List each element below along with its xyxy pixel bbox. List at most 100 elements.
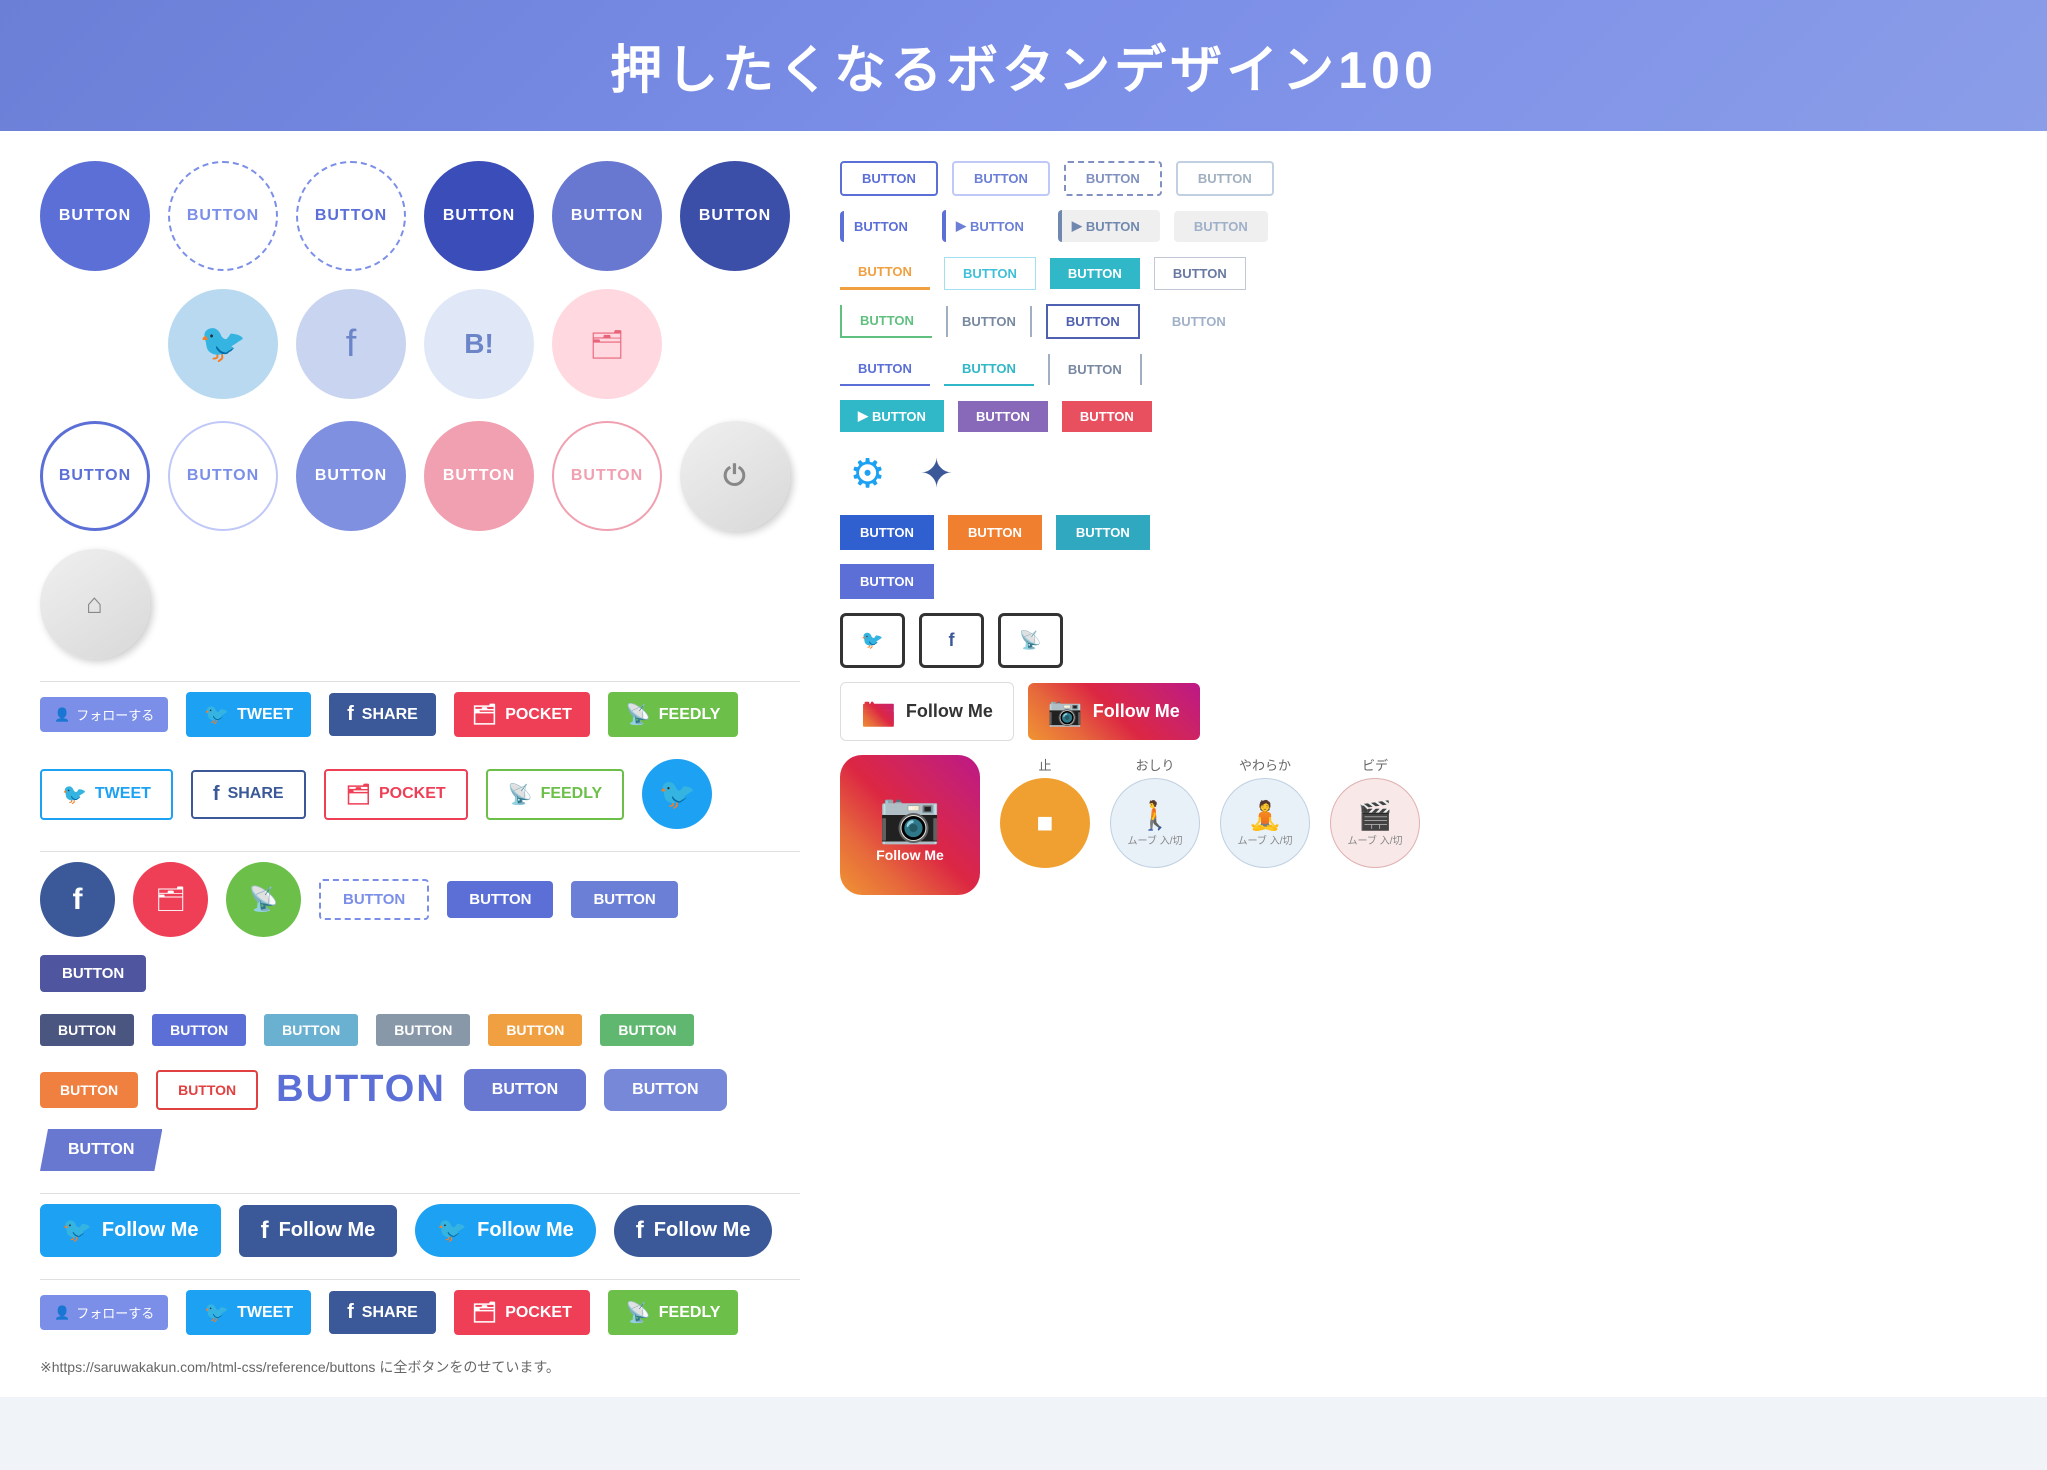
btn-share-fb-2[interactable]: fSHARE — [329, 1291, 436, 1334]
btn-underline-r5-1[interactable]: BUTTON — [840, 353, 930, 386]
btn-ca-r3-1[interactable]: BUTTON — [840, 256, 930, 290]
btn-share-feedly-1[interactable]: 📡FEEDLY — [608, 692, 739, 737]
btn-arrow-r6-1[interactable]: ▶ BUTTON — [840, 400, 944, 432]
btn-orange-sm-1[interactable]: BUTTON — [40, 1072, 138, 1108]
btn-label-gray-1[interactable]: BUTTON — [376, 1014, 470, 1046]
btn-arrow-r6-3[interactable]: BUTTON — [1062, 401, 1152, 432]
btn-ca-r3-2[interactable]: BUTTON — [944, 257, 1036, 290]
btn-rounded-2[interactable]: BUTTON — [604, 1069, 726, 1111]
btn-circle-white-1[interactable]: BUTTON — [40, 421, 150, 531]
btn-big-label-1[interactable]: BUTTON — [276, 1068, 446, 1111]
btn-pocket-circle-1[interactable]: 🗂 — [133, 862, 208, 937]
btn-circle-dashed-2[interactable]: BUTTON — [296, 161, 406, 271]
gear-icon-twitter[interactable]: ⚙ — [840, 446, 895, 501]
btn-instagram-plain[interactable]: 📷 Follow Me — [840, 682, 1014, 741]
btn-leftbar-r2-3[interactable]: ▶ BUTTON — [1058, 210, 1160, 242]
btn-label-dark-1[interactable]: BUTTON — [40, 1014, 134, 1046]
btn-label-teal-1[interactable]: BUTTON — [264, 1014, 358, 1046]
btn-follow-twitter-2[interactable]: 🐦Follow Me — [415, 1204, 596, 1257]
btn-circle-dark-1[interactable]: BUTTON — [424, 161, 534, 271]
right-row-instagram: 📷 Follow Me 📷 Follow Me — [840, 682, 2007, 741]
btn-share-feedly-outline-1[interactable]: 📡FEEDLY — [486, 769, 625, 820]
btn-label-green-1[interactable]: BUTTON — [600, 1014, 694, 1046]
btn-ca-r3-4[interactable]: BUTTON — [1154, 257, 1246, 290]
btn-follow-twitter-1[interactable]: 🐦Follow Me — [40, 1204, 221, 1257]
device-icon-rss[interactable]: 📡 — [998, 613, 1063, 668]
btn-share-pocket-1[interactable]: 🗂POCKET — [454, 692, 590, 737]
social-circle-twitter[interactable]: 🐦 — [168, 289, 278, 399]
btn-follow-jp-2[interactable]: 👤 フォローする — [40, 1295, 168, 1330]
btn-color-orange-1[interactable]: BUTTON — [948, 515, 1042, 550]
btn-bracket-r4-2[interactable]: BUTTON — [946, 306, 1032, 337]
btn-outline-r1-2[interactable]: BUTTON — [952, 161, 1050, 196]
btn-sideline-r5-3[interactable]: BUTTON — [1048, 354, 1142, 385]
btn-circle-home[interactable]: ⌂ — [40, 549, 150, 659]
btn-fb-circle-1[interactable]: f — [40, 862, 115, 937]
right-panel: BUTTON BUTTON BUTTON BUTTON BUTTON ▶ BUT… — [820, 161, 2007, 1377]
btn-leftbar-r2-1[interactable]: BUTTON — [840, 211, 928, 242]
row-1: BUTTON BUTTON BUTTON BUTTON BUTTON BUTTO… — [40, 161, 800, 399]
row-8: 🐦Follow Me fFollow Me 🐦Follow Me fFollow… — [40, 1204, 800, 1257]
btn-circle-dashed-1[interactable]: BUTTON — [168, 161, 278, 271]
btn-circle-pink-outline-1[interactable]: BUTTON — [552, 421, 662, 531]
btn-solid-1[interactable]: BUTTON — [447, 881, 553, 918]
btn-tweet-outline-1[interactable]: 🐦TWEET — [40, 769, 173, 820]
btn-circle-blue2-1[interactable]: BUTTON — [296, 421, 406, 531]
btn-solid-2[interactable]: BUTTON — [571, 881, 677, 918]
btn-arrow-r6-2[interactable]: BUTTON — [958, 401, 1048, 432]
anim-soft-label: やわらか — [1239, 755, 1291, 774]
btn-follow-jp-1[interactable]: 👤 フォローする — [40, 697, 168, 732]
btn-label-orange-1[interactable]: BUTTON — [488, 1014, 582, 1046]
social-circle-facebook[interactable]: f — [296, 289, 406, 399]
btn-anim-soft[interactable]: 🧘 ムーブ 入/切 — [1220, 778, 1310, 868]
btn-bracket-r4-1[interactable]: BUTTON — [840, 305, 932, 338]
btn-ca-r3-3[interactable]: BUTTON — [1050, 258, 1140, 289]
device-icon-facebook[interactable]: f — [919, 613, 984, 668]
btn-circle-dark-2[interactable]: BUTTON — [680, 161, 790, 271]
btn-instagram-gradient[interactable]: 📷 Follow Me — [1028, 683, 1200, 740]
btn-leftbar-r2-4[interactable]: BUTTON — [1174, 211, 1268, 242]
instagram-large-btn[interactable]: 📷 Follow Me — [840, 755, 980, 895]
btn-anim-video[interactable]: 🎬 ムーブ 入/切 — [1330, 778, 1420, 868]
btn-label-blue-1[interactable]: BUTTON — [152, 1014, 246, 1046]
btn-circle-solid-1[interactable]: BUTTON — [40, 161, 150, 271]
btn-share-fb-outline-1[interactable]: fSHARE — [191, 770, 306, 819]
btn-underline-r5-2[interactable]: BUTTON — [944, 353, 1034, 386]
btn-outline-r1-1[interactable]: BUTTON — [840, 161, 938, 196]
btn-follow-facebook-1[interactable]: fFollow Me — [239, 1205, 398, 1257]
btn-diagonal-1[interactable]: BUTTON — [40, 1129, 162, 1171]
btn-share-pocket-2[interactable]: 🗂POCKET — [454, 1290, 590, 1335]
btn-circle-power[interactable]: ⏻ — [680, 421, 790, 531]
btn-tweet-1[interactable]: 🐦TWEET — [186, 692, 311, 737]
btn-color-blue-1[interactable]: BUTTON — [840, 515, 934, 550]
btn-rss-circle-1[interactable]: 📡 — [226, 862, 301, 937]
btn-rounded-1[interactable]: BUTTON — [464, 1069, 586, 1111]
btn-anim-stop[interactable]: ■ — [1000, 778, 1090, 868]
btn-bracket-r4-4[interactable]: BUTTON — [1154, 306, 1244, 337]
btn-tweet-2[interactable]: 🐦TWEET — [186, 1290, 311, 1335]
btn-share-fb-1[interactable]: fSHARE — [329, 693, 436, 736]
social-circle-hatena[interactable]: B! — [424, 289, 534, 399]
btn-anim-move-1[interactable]: 🚶 ムーブ 入/切 — [1110, 778, 1200, 868]
btn-share-feedly-2[interactable]: 📡FEEDLY — [608, 1290, 739, 1335]
btn-circle-pink-1[interactable]: BUTTON — [424, 421, 534, 531]
btn-outline-r1-4[interactable]: BUTTON — [1176, 161, 1274, 196]
btn-circle-mid-1[interactable]: BUTTON — [552, 161, 662, 271]
btn-circle-outline-1[interactable]: BUTTON — [168, 421, 278, 531]
page-title: 押したくなるボタンデザイン100 — [40, 28, 2007, 103]
btn-zigzag-1[interactable]: BUTTON — [840, 564, 934, 599]
btn-twitter-circle-lg[interactable]: 🐦 — [642, 759, 712, 829]
btn-share-pocket-outline-1[interactable]: 🗂POCKET — [324, 769, 468, 820]
social-circle-pocket[interactable]: 🗂 — [552, 289, 662, 399]
device-icon-twitter[interactable]: 🐦 — [840, 613, 905, 668]
btn-leftbar-r2-2[interactable]: ▶ BUTTON — [942, 210, 1044, 242]
btn-dark-tag-1[interactable]: BUTTON — [40, 955, 146, 992]
btn-color-teal-1[interactable]: BUTTON — [1056, 515, 1150, 550]
btn-red-outline-1[interactable]: BUTTON — [156, 1070, 258, 1110]
right-row-6: ▶ BUTTON BUTTON BUTTON — [840, 400, 2007, 432]
btn-outline-r1-3[interactable]: BUTTON — [1064, 161, 1162, 196]
gear-icon-facebook[interactable]: ✦ — [909, 446, 964, 501]
btn-follow-facebook-2[interactable]: fFollow Me — [614, 1205, 773, 1257]
btn-bracket-r4-3[interactable]: BUTTON — [1046, 304, 1140, 339]
btn-dashed-1[interactable]: BUTTON — [319, 879, 429, 920]
